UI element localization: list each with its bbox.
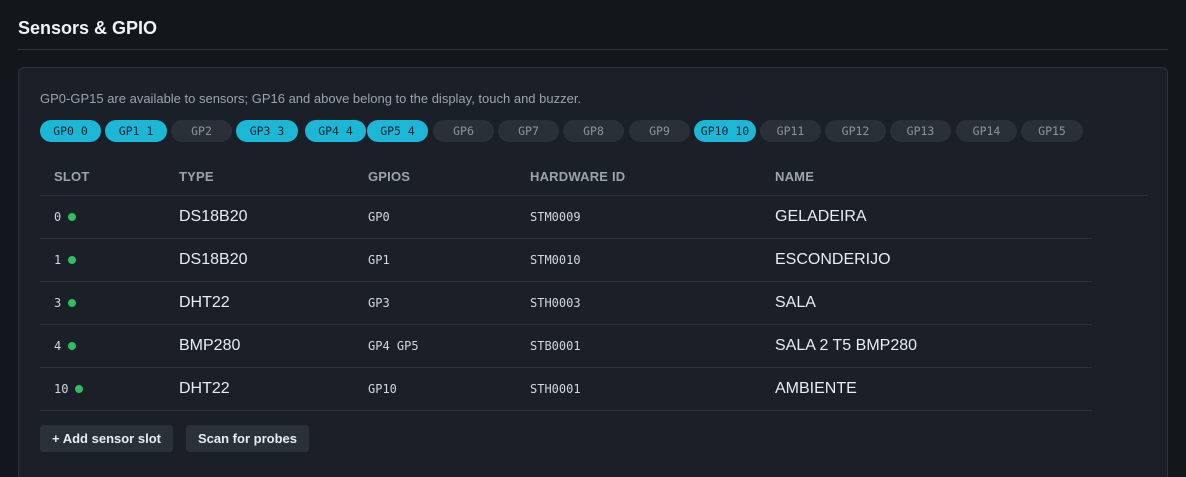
gpio-chip[interactable]: GP9 xyxy=(629,120,690,142)
name-cell: SALA xyxy=(775,294,816,311)
slot-number: 1 xyxy=(54,253,62,267)
type-cell: BMP280 xyxy=(179,337,241,354)
sensors-card: GP0-GP15 are available to sensors; GP16 … xyxy=(18,67,1168,477)
column-header-slot: SLOT xyxy=(54,169,90,184)
title-divider xyxy=(18,49,1168,50)
table-row[interactable]: 3 DHT22 GP3 STH0003 SALA xyxy=(40,282,1092,325)
hardware-id-cell: STM0010 xyxy=(530,253,581,267)
table-row[interactable]: 4 BMP280 GP4 GP5 STB0001 SALA 2 T5 BMP280 xyxy=(40,325,1092,368)
slot-number: 0 xyxy=(54,210,62,224)
gpio-chip[interactable]: GP0 0 xyxy=(40,120,101,142)
name-cell: AMBIENTE xyxy=(775,380,857,397)
slot-cell: 10 xyxy=(54,368,84,410)
gpio-chip[interactable]: GP4 4 xyxy=(305,120,366,142)
gpios-cell: GP4 GP5 xyxy=(368,339,419,353)
gpio-chip[interactable]: GP3 3 xyxy=(236,120,298,142)
gpio-availability-note: GP0-GP15 are available to sensors; GP16 … xyxy=(40,91,582,106)
hardware-id-cell: STH0001 xyxy=(530,382,581,396)
table-row[interactable]: 0 DS18B20 GP0 STM0009 GELADEIRA xyxy=(40,196,1092,239)
status-dot-icon xyxy=(68,341,77,350)
slot-number: 10 xyxy=(54,382,69,396)
gpio-chip[interactable]: GP10 10 xyxy=(694,120,756,142)
section-title: Sensors & GPIO xyxy=(18,18,158,38)
status-dot-icon xyxy=(68,212,77,221)
hardware-id-cell: STM0009 xyxy=(530,210,581,224)
gpio-chip[interactable]: GP13 xyxy=(890,120,951,142)
slot-cell: 3 xyxy=(54,282,77,324)
column-header-hardware-id: HARDWARE ID xyxy=(530,169,626,184)
gpios-cell: GP1 xyxy=(368,253,390,267)
name-cell: ESCONDERIJO xyxy=(775,251,891,268)
add-sensor-slot-button[interactable]: + Add sensor slot xyxy=(40,425,173,452)
slot-cell: 1 xyxy=(54,239,77,281)
hardware-id-cell: STH0003 xyxy=(530,296,581,310)
gpio-chip[interactable]: GP15 xyxy=(1021,120,1083,142)
table-row[interactable]: 10 DHT22 GP10 STH0001 AMBIENTE xyxy=(40,368,1092,411)
gpio-chip[interactable]: GP7 xyxy=(498,120,559,142)
gpio-chip[interactable]: GP11 xyxy=(760,120,821,142)
hardware-id-cell: STB0001 xyxy=(530,339,581,353)
gpio-chip[interactable]: GP12 xyxy=(825,120,886,142)
column-header-gpios: GPIOS xyxy=(368,169,411,184)
gpio-chip[interactable]: GP6 xyxy=(433,120,494,142)
gpios-cell: GP3 xyxy=(368,296,390,310)
gpio-chip[interactable]: GP2 xyxy=(171,120,232,142)
scan-for-probes-button[interactable]: Scan for probes xyxy=(186,425,309,452)
slot-cell: 0 xyxy=(54,196,77,238)
type-cell: DHT22 xyxy=(179,380,230,397)
gpio-chip[interactable]: GP1 1 xyxy=(105,120,167,142)
gpio-chip[interactable]: GP8 xyxy=(563,120,624,142)
type-cell: DS18B20 xyxy=(179,251,248,268)
gpio-chip[interactable]: GP5 4 xyxy=(367,120,428,142)
gpio-chip[interactable]: GP14 xyxy=(956,120,1017,142)
gpios-cell: GP10 xyxy=(368,382,397,396)
table-row[interactable]: 1 DS18B20 GP1 STM0010 ESCONDERIJO xyxy=(40,239,1092,282)
slot-number: 3 xyxy=(54,296,62,310)
column-header-name: NAME xyxy=(775,169,815,184)
type-cell: DHT22 xyxy=(179,294,230,311)
type-cell: DS18B20 xyxy=(179,208,248,225)
column-header-type: TYPE xyxy=(179,169,214,184)
table-header: SLOT TYPE GPIOS HARDWARE ID NAME xyxy=(40,156,1148,196)
status-dot-icon xyxy=(68,255,77,264)
status-dot-icon xyxy=(75,384,84,393)
gpios-cell: GP0 xyxy=(368,210,390,224)
slot-cell: 4 xyxy=(54,325,77,367)
status-dot-icon xyxy=(68,298,77,307)
name-cell: SALA 2 T5 BMP280 xyxy=(775,337,918,354)
name-cell: GELADEIRA xyxy=(775,208,867,225)
slot-number: 4 xyxy=(54,339,62,353)
